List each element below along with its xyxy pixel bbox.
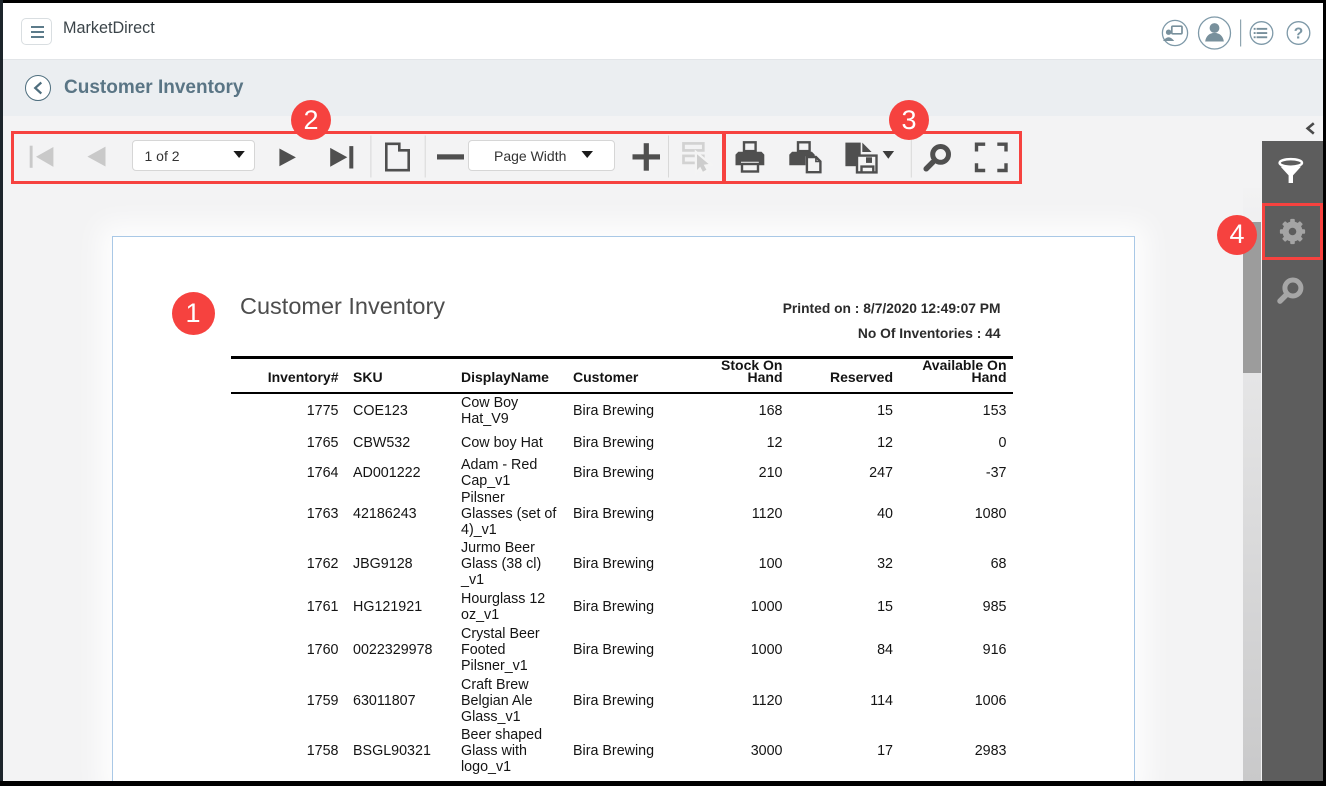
svg-text:?: ? bbox=[1294, 25, 1303, 42]
